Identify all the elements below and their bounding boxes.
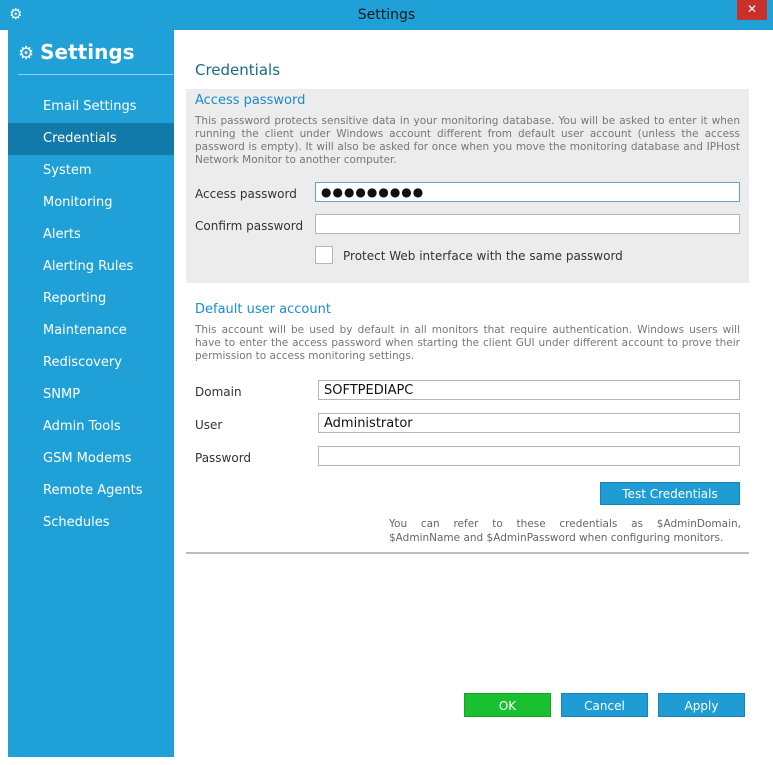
confirm-password-input[interactable]: [315, 214, 740, 234]
sidebar-title: Settings: [40, 40, 135, 64]
sidebar-item-schedules[interactable]: Schedules: [8, 507, 174, 539]
domain-input[interactable]: SOFTPEDIAPC: [318, 380, 740, 400]
sidebar-item-maintenance[interactable]: Maintenance: [8, 315, 174, 347]
cancel-button[interactable]: Cancel: [561, 693, 648, 717]
sidebar-nav: Email Settings Credentials System Monito…: [8, 91, 174, 539]
credentials-note: You can refer to these credentials as $A…: [389, 518, 741, 544]
test-credentials-button[interactable]: Test Credentials: [600, 482, 740, 505]
section-divider: [186, 552, 749, 554]
sidebar-header: ⚙ Settings: [18, 40, 135, 64]
sidebar-item-system[interactable]: System: [8, 155, 174, 187]
ok-button[interactable]: OK: [464, 693, 551, 717]
user-input[interactable]: Administrator: [318, 413, 740, 433]
default-account-description: This account will be used by default in …: [195, 324, 740, 362]
title-bar[interactable]: ⚙ Settings ✕: [0, 0, 773, 30]
sidebar-item-admin-tools[interactable]: Admin Tools: [8, 411, 174, 443]
access-password-panel: Access password This password protects s…: [186, 89, 749, 283]
sidebar-divider: [18, 74, 173, 75]
user-label: User: [195, 418, 223, 432]
password-label: Password: [195, 451, 252, 465]
sidebar-item-snmp[interactable]: SNMP: [8, 379, 174, 411]
domain-label: Domain: [195, 385, 242, 399]
password-input[interactable]: [318, 446, 740, 466]
sidebar-item-email-settings[interactable]: Email Settings: [8, 91, 174, 123]
protect-web-checkbox[interactable]: [315, 246, 333, 264]
content-area: Credentials Access password This passwor…: [174, 30, 765, 757]
sidebar-item-remote-agents[interactable]: Remote Agents: [8, 475, 174, 507]
access-password-label: Access password: [195, 187, 297, 201]
close-button[interactable]: ✕: [737, 0, 767, 20]
apply-button[interactable]: Apply: [658, 693, 745, 717]
default-account-heading: Default user account: [195, 302, 331, 317]
sidebar: ⚙ Settings Email Settings Credentials Sys…: [8, 30, 174, 757]
settings-window: ⚙ Settings ✕ ⚙ Settings Email Settings Cr…: [0, 0, 773, 765]
sidebar-item-monitoring[interactable]: Monitoring: [8, 187, 174, 219]
window-title: Settings: [357, 7, 416, 23]
sidebar-item-credentials[interactable]: Credentials: [8, 123, 174, 155]
sidebar-item-alerting-rules[interactable]: Alerting Rules: [8, 251, 174, 283]
sidebar-item-rediscovery[interactable]: Rediscovery: [8, 347, 174, 379]
confirm-password-label: Confirm password: [195, 219, 304, 233]
page-title: Credentials: [195, 61, 281, 79]
gear-icon: ⚙: [18, 43, 35, 64]
protect-web-label: Protect Web interface with the same pass…: [343, 249, 623, 263]
access-password-input[interactable]: ●●●●●●●●●: [315, 182, 740, 202]
sidebar-item-reporting[interactable]: Reporting: [8, 283, 174, 315]
access-password-heading: Access password: [195, 93, 306, 108]
sidebar-item-gsm-modems[interactable]: GSM Modems: [8, 443, 174, 475]
access-password-description: This password protects sensitive data in…: [195, 115, 740, 166]
sidebar-item-alerts[interactable]: Alerts: [8, 219, 174, 251]
